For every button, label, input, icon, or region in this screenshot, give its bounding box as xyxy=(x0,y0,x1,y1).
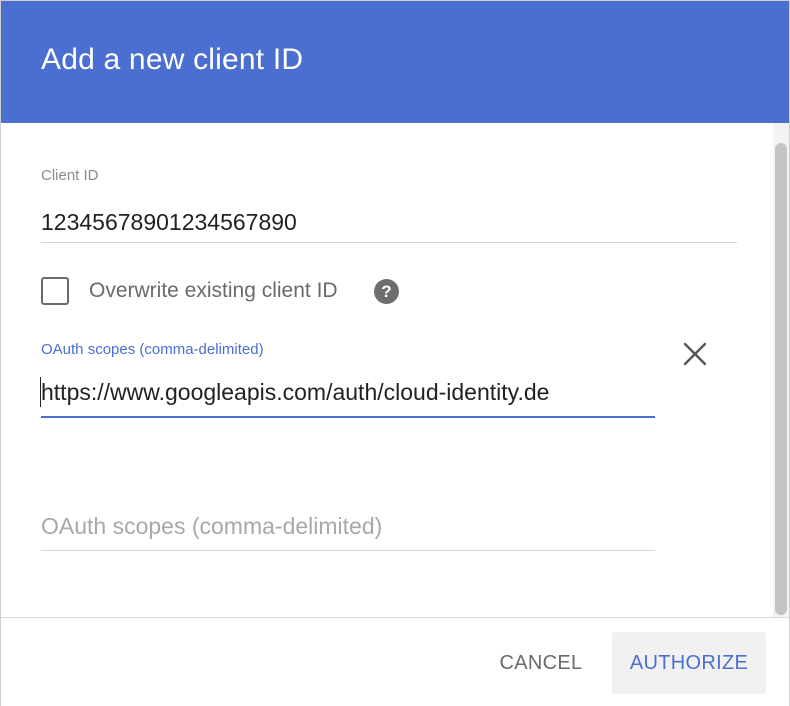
client-id-underline xyxy=(41,242,737,243)
client-id-field[interactable]: 12345678901234567890 xyxy=(41,209,297,236)
dialog-header: Add a new client ID xyxy=(1,1,789,123)
oauth-scopes-active-underline xyxy=(41,416,655,418)
oauth-scopes-input-empty[interactable]: OAuth scopes (comma-delimited) xyxy=(41,513,382,540)
client-id-label: Client ID xyxy=(41,167,99,184)
oauth-scopes-empty-underline xyxy=(41,550,655,551)
overwrite-checkbox[interactable] xyxy=(41,277,69,305)
authorize-button[interactable]: AUTHORIZE xyxy=(612,632,766,694)
cancel-button[interactable]: CANCEL xyxy=(481,632,601,694)
scrollbar-thumb[interactable] xyxy=(775,143,787,615)
help-icon[interactable]: ? xyxy=(374,279,399,304)
add-client-id-dialog: Add a new client ID Client ID 1234567890… xyxy=(0,0,790,706)
oauth-scopes-label: OAuth scopes (comma-delimited) xyxy=(41,341,264,358)
scrollbar-track[interactable] xyxy=(773,123,789,617)
oauth-scopes-input[interactable]: https://www.googleapis.com/auth/cloud-id… xyxy=(41,379,655,406)
text-cursor xyxy=(40,377,41,407)
dialog-body: Client ID 12345678901234567890 Overwrite… xyxy=(1,123,789,617)
close-icon[interactable] xyxy=(681,340,709,368)
dialog-footer: CANCEL AUTHORIZE xyxy=(1,617,789,706)
overwrite-checkbox-label[interactable]: Overwrite existing client ID xyxy=(89,279,338,303)
dialog-title: Add a new client ID xyxy=(41,43,304,76)
